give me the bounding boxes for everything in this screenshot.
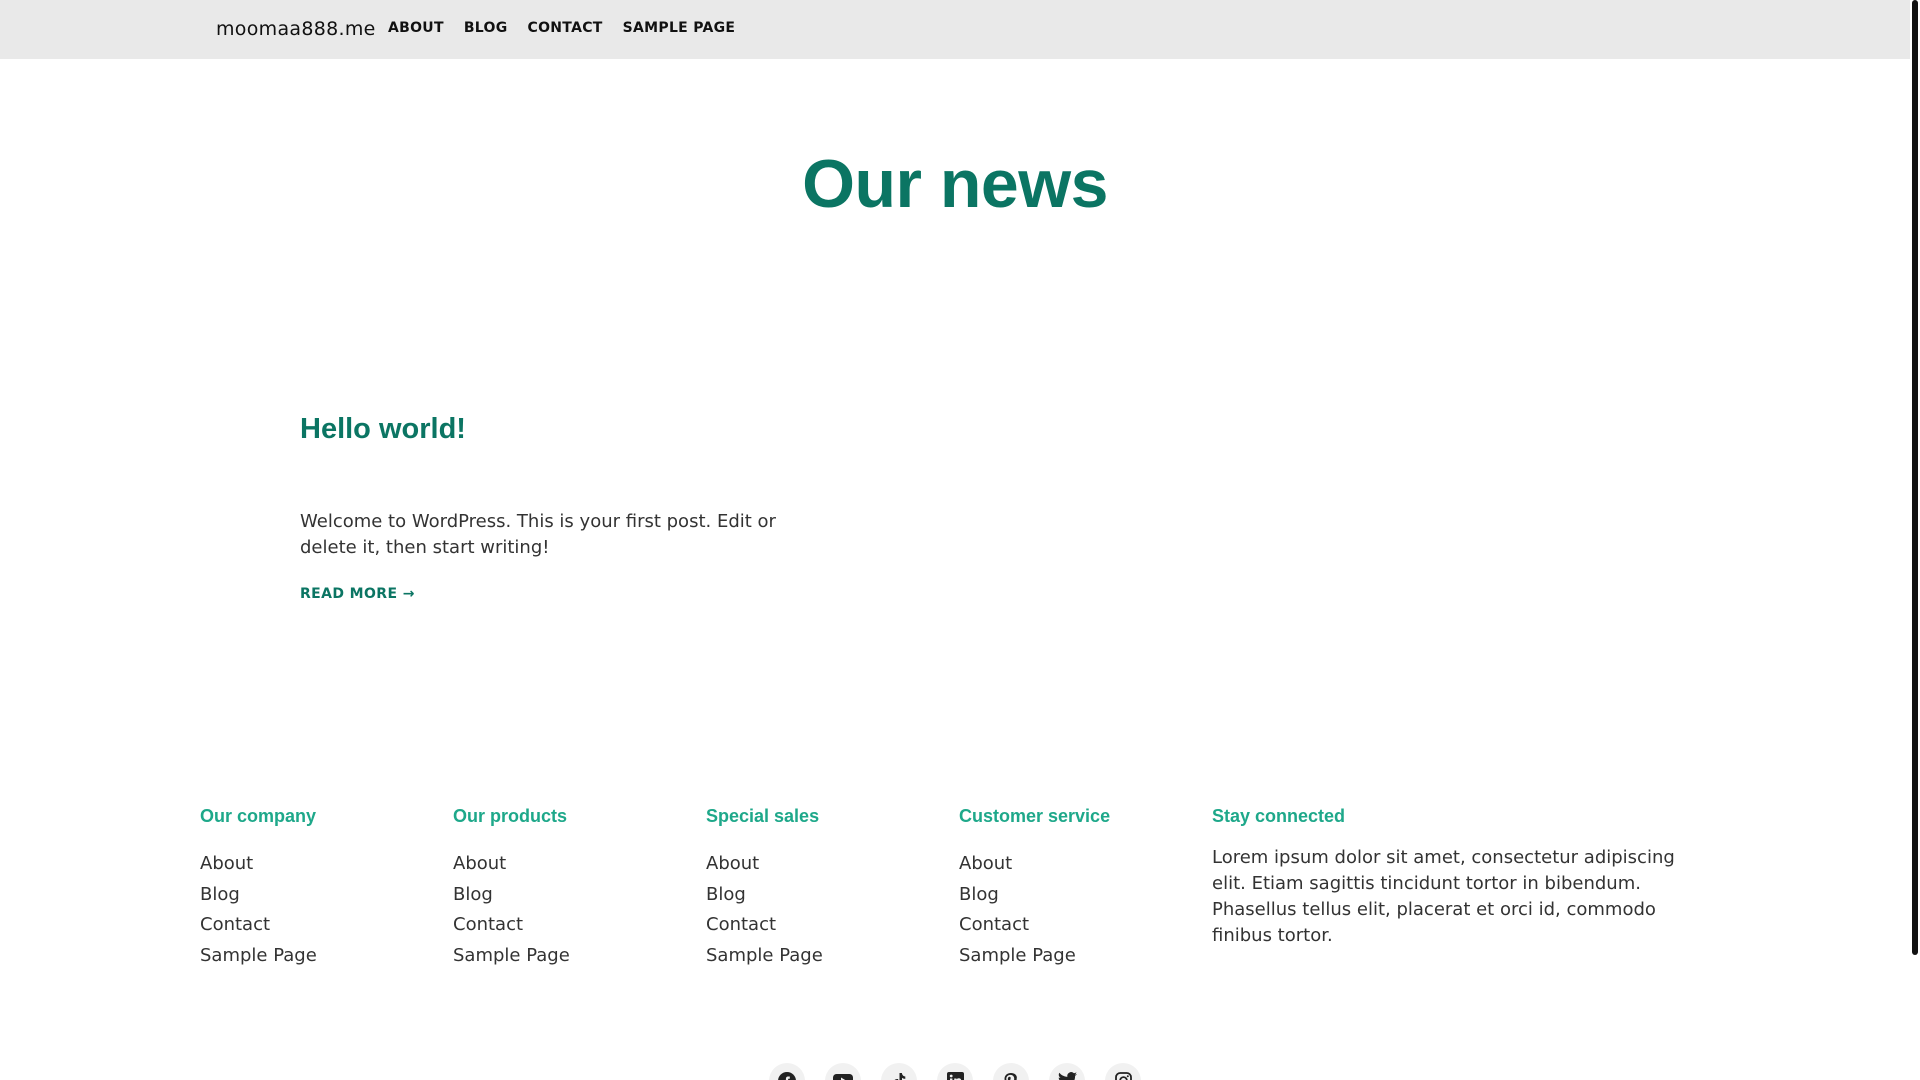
- footer-link-contact[interactable]: Contact: [706, 914, 776, 935]
- footer-heading: Stay connected: [1212, 806, 1346, 826]
- footer-column-our-products: Our products About Blog Contact Sample P…: [453, 806, 570, 971]
- footer-link-blog[interactable]: Blog: [959, 884, 999, 905]
- footer-heading: Customer service: [959, 806, 1111, 826]
- footer-link-sample-page[interactable]: Sample Page: [200, 945, 317, 966]
- footer-heading: Special sales: [706, 806, 820, 826]
- post-excerpt: Welcome to WordPress. This is your first…: [300, 511, 776, 558]
- tiktok-icon[interactable]: [881, 1063, 917, 1080]
- footer-column-stay-connected: Stay connected Lorem ipsum dolor sit ame…: [1212, 806, 1712, 949]
- instagram-icon[interactable]: [1105, 1063, 1141, 1080]
- site-header: moomaa888.me ABOUT BLOG CONTACT SAMPLE P…: [0, 0, 1910, 59]
- stay-connected-text: Lorem ipsum dolor sit amet, consectetur …: [1212, 847, 1675, 946]
- page: moomaa888.me ABOUT BLOG CONTACT SAMPLE P…: [0, 0, 1920, 1080]
- footer-heading: Our company: [200, 806, 317, 826]
- footer-heading: Our products: [453, 806, 568, 826]
- nav-sample-page[interactable]: SAMPLE PAGE: [623, 20, 736, 36]
- pinterest-icon[interactable]: [993, 1063, 1029, 1080]
- nav-contact[interactable]: CONTACT: [528, 20, 603, 36]
- read-more-link[interactable]: READ MORE →: [300, 586, 415, 602]
- primary-nav: ABOUT BLOG CONTACT SAMPLE PAGE: [388, 20, 755, 36]
- youtube-icon[interactable]: [825, 1063, 861, 1080]
- footer-column-customer-service: Customer service About Blog Contact Samp…: [959, 806, 1110, 971]
- linkedin-icon[interactable]: [937, 1063, 973, 1080]
- footer-column-special-sales: Special sales About Blog Contact Sample …: [706, 806, 823, 971]
- footer-link-about[interactable]: About: [453, 853, 506, 874]
- footer-link-about[interactable]: About: [959, 853, 1012, 874]
- facebook-icon[interactable]: [769, 1063, 805, 1080]
- footer-link-contact[interactable]: Contact: [453, 914, 523, 935]
- footer-link-sample-page[interactable]: Sample Page: [959, 945, 1076, 966]
- page-title: Our news: [802, 146, 1108, 222]
- footer-link-sample-page[interactable]: Sample Page: [453, 945, 570, 966]
- footer-link-blog[interactable]: Blog: [453, 884, 493, 905]
- footer-link-contact[interactable]: Contact: [200, 914, 270, 935]
- footer-link-blog[interactable]: Blog: [200, 884, 240, 905]
- footer-link-about[interactable]: About: [200, 853, 253, 874]
- footer-link-sample-page[interactable]: Sample Page: [706, 945, 823, 966]
- footer-link-blog[interactable]: Blog: [706, 884, 746, 905]
- site-title-link[interactable]: moomaa888.me: [216, 18, 376, 40]
- twitter-icon[interactable]: [1049, 1063, 1085, 1080]
- footer-link-about[interactable]: About: [706, 853, 759, 874]
- social-links: [769, 1063, 1141, 1080]
- scrollbar-thumb[interactable]: [1912, 0, 1918, 955]
- scrollbar[interactable]: [1910, 0, 1920, 1080]
- post-title-link[interactable]: Hello world!: [300, 413, 466, 446]
- footer-column-our-company: Our company About Blog Contact Sample Pa…: [200, 806, 317, 971]
- footer-link-contact[interactable]: Contact: [959, 914, 1029, 935]
- nav-about[interactable]: ABOUT: [388, 20, 444, 36]
- nav-blog[interactable]: BLOG: [464, 20, 508, 36]
